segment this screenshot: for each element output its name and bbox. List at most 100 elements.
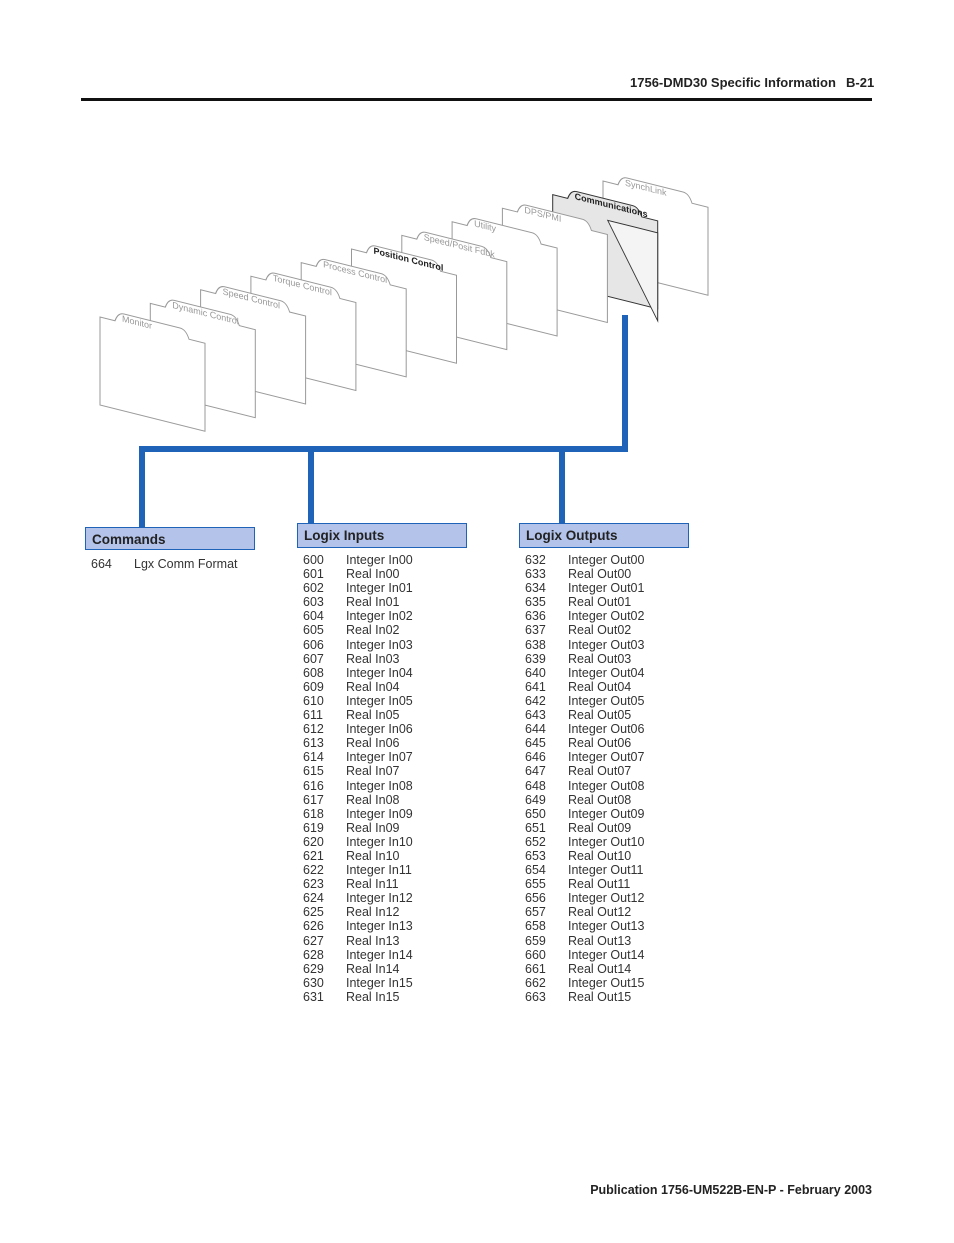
parameter-name: Integer Out10 bbox=[568, 834, 645, 849]
parameter-number: 650 bbox=[525, 806, 546, 821]
parameter-name: Real Out12 bbox=[568, 905, 632, 920]
parameter-number: 637 bbox=[525, 623, 546, 638]
parameter-name: Integer In10 bbox=[346, 834, 413, 849]
parameter-name: Integer Out13 bbox=[568, 919, 645, 934]
parameter-number: 658 bbox=[525, 919, 546, 934]
parameter-number: 617 bbox=[303, 792, 324, 807]
parameter-number: 625 bbox=[303, 905, 324, 920]
parameter-number: 616 bbox=[303, 778, 324, 793]
parameter-name: Real In13 bbox=[346, 933, 400, 948]
commands-header: Commands bbox=[85, 527, 255, 550]
parameter-number: 663 bbox=[525, 989, 546, 1004]
parameter-name: Integer In03 bbox=[346, 637, 413, 652]
parameter-number: 619 bbox=[303, 820, 324, 835]
parameter-name: Integer In00 bbox=[346, 553, 413, 567]
parameter-name: Real Out14 bbox=[568, 961, 632, 976]
parameter-name: Integer Out11 bbox=[568, 863, 644, 878]
parameter-name: Real Out11 bbox=[568, 877, 631, 892]
parameter-number: 623 bbox=[303, 877, 324, 892]
parameter-number: 627 bbox=[303, 933, 324, 948]
parameter-name: Integer Out14 bbox=[568, 947, 645, 962]
parameter-number: 613 bbox=[303, 736, 324, 751]
parameter-number: 649 bbox=[525, 792, 546, 807]
parameter-number: 605 bbox=[303, 623, 324, 638]
parameter-name: Real In01 bbox=[346, 595, 400, 610]
parameter-number: 656 bbox=[525, 891, 546, 906]
parameter-number: 624 bbox=[303, 891, 324, 906]
parameter-name: Integer In11 bbox=[346, 863, 412, 878]
parameter-name: Real In08 bbox=[346, 792, 400, 807]
parameter-file-diagram: SynchLinkCommunicationsDPS/PMIUtilitySpe… bbox=[99, 177, 709, 527]
parameter-name: Real Out08 bbox=[568, 792, 632, 807]
parameter-name: Real Out15 bbox=[568, 989, 632, 1004]
parameter-name: Integer In09 bbox=[346, 806, 413, 821]
parameter-number: 607 bbox=[303, 651, 324, 666]
parameter-name: Integer Out08 bbox=[568, 778, 645, 793]
parameter-number: 614 bbox=[303, 750, 324, 765]
document-page: 1756-DMD30 Specific Information B-21 Syn… bbox=[0, 0, 954, 1243]
parameter-name: Real In02 bbox=[346, 623, 400, 638]
parameter-name: Integer Out01 bbox=[568, 581, 645, 596]
parameter-number: 628 bbox=[303, 947, 324, 962]
parameter-number: 601 bbox=[303, 567, 324, 582]
parameter-name: Integer In13 bbox=[346, 919, 413, 934]
parameter-name: Integer In04 bbox=[346, 665, 413, 680]
parameter-name: Integer In14 bbox=[346, 947, 413, 962]
parameter-name: Real Out01 bbox=[568, 595, 632, 610]
parameter-name: Integer In12 bbox=[346, 891, 413, 906]
parameter-name: Real In14 bbox=[346, 961, 400, 976]
parameter-number: 600 bbox=[303, 553, 324, 567]
parameter-name: Integer In07 bbox=[346, 750, 413, 765]
logix-outputs-header: Logix Outputs bbox=[519, 523, 689, 548]
parameter-number: 631 bbox=[303, 989, 324, 1004]
parameter-number: 629 bbox=[303, 961, 324, 976]
parameter-number: 618 bbox=[303, 806, 324, 821]
parameter-name: Real Out03 bbox=[568, 651, 632, 666]
parameter-number: 659 bbox=[525, 933, 546, 948]
parameter-number: 654 bbox=[525, 863, 546, 878]
parameter-number: 622 bbox=[303, 863, 324, 878]
parameter-number: 634 bbox=[525, 581, 546, 596]
parameter-number: 638 bbox=[525, 637, 546, 652]
parameter-name: Integer In06 bbox=[346, 722, 413, 737]
parameter-number: 661 bbox=[525, 961, 546, 976]
parameter-number: 645 bbox=[525, 736, 546, 751]
parameter-number: 626 bbox=[303, 919, 324, 934]
parameter-name: Real In07 bbox=[346, 764, 400, 779]
parameter-name: Real Out06 bbox=[568, 736, 632, 751]
parameter-number: 603 bbox=[303, 595, 324, 610]
parameter-number: 640 bbox=[525, 665, 546, 680]
parameter-number: 610 bbox=[303, 693, 324, 708]
parameter-name: Integer In02 bbox=[346, 609, 413, 624]
parameter-name: Real In00 bbox=[346, 567, 400, 582]
parameter-name: Integer In08 bbox=[346, 778, 413, 793]
parameter-name: Integer Out12 bbox=[568, 891, 645, 906]
parameter-name: Integer In05 bbox=[346, 693, 413, 708]
parameter-name: Real Out05 bbox=[568, 708, 632, 723]
parameter-number: 646 bbox=[525, 750, 546, 765]
parameter-name: Integer Out03 bbox=[568, 637, 645, 652]
parameter-number: 643 bbox=[525, 708, 546, 723]
parameter-number: 657 bbox=[525, 905, 546, 920]
parameter-name: Real In04 bbox=[346, 679, 400, 694]
parameter-number: 602 bbox=[303, 581, 324, 596]
parameter-name: Real In09 bbox=[346, 820, 400, 835]
parameter-name: Integer Out09 bbox=[568, 806, 645, 821]
parameter-number: 647 bbox=[525, 764, 546, 779]
parameter-name: Real Out04 bbox=[568, 679, 632, 694]
parameter-number: 639 bbox=[525, 651, 546, 666]
parameter-number: 635 bbox=[525, 595, 546, 610]
parameter-number: 633 bbox=[525, 567, 546, 582]
parameter-number: 630 bbox=[303, 975, 324, 990]
parameter-number: 662 bbox=[525, 975, 546, 990]
parameter-number: 651 bbox=[525, 820, 546, 835]
parameter-name: Real In11 bbox=[346, 877, 399, 892]
parameter-name: Real In03 bbox=[346, 651, 400, 666]
parameter-name: Integer Out07 bbox=[568, 750, 645, 765]
parameter-number: 604 bbox=[303, 609, 324, 624]
parameter-name: Integer Out06 bbox=[568, 722, 645, 737]
parameter-name: Integer Out05 bbox=[568, 693, 645, 708]
parameter-number: 606 bbox=[303, 637, 324, 652]
parameter-number: 612 bbox=[303, 722, 324, 737]
parameter-name: Integer Out02 bbox=[568, 609, 645, 624]
